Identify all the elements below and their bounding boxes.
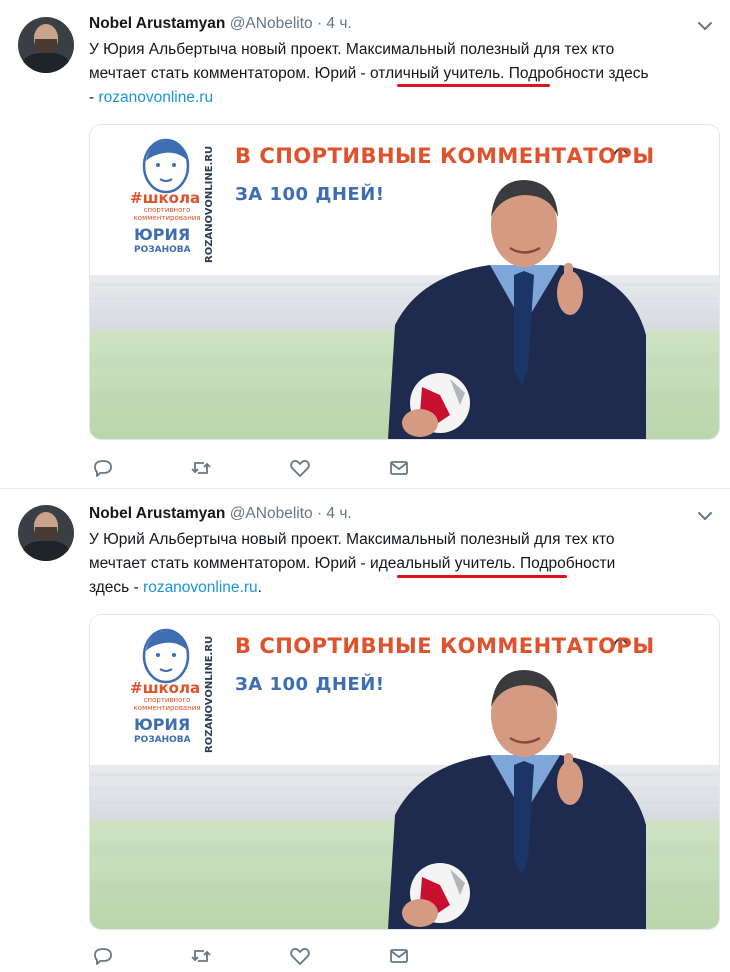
author-handle[interactable]: @ANobelito	[230, 15, 313, 32]
reply-icon[interactable]	[91, 944, 115, 968]
banner-image	[90, 615, 719, 929]
tweet-header: Nobel Arustamyan @ANobelito · 4 ч.	[89, 15, 352, 32]
tweet[interactable]: Nobel Arustamyan @ANobelito · 4 ч. У Юри…	[0, 488, 730, 972]
banner-image	[90, 125, 719, 439]
logo-sub-text: спортивного комментирования	[133, 206, 201, 222]
logo-portrait	[142, 138, 190, 194]
site-link[interactable]: rozanovonline.ru	[98, 89, 213, 106]
banner-subtitle: ЗА 100 ДНЕЙ!	[235, 674, 385, 695]
tweet-actions	[89, 944, 429, 968]
logo-name-text: ЮРИЯ	[134, 225, 191, 244]
link-card[interactable]: #школа спортивного комментирования ЮРИЯ …	[89, 614, 720, 930]
avatar[interactable]	[18, 505, 74, 561]
red-underline	[397, 84, 550, 87]
author-name[interactable]: Nobel Arustamyan	[89, 505, 225, 522]
vertical-site-text: ROZANOVONLINE.RU	[204, 635, 215, 753]
logo-surname-text: РОЗАНОВА	[134, 245, 191, 255]
chevron-down-icon[interactable]	[696, 20, 714, 32]
tweet-time[interactable]: 4 ч.	[326, 505, 351, 522]
tweet-header: Nobel Arustamyan @ANobelito · 4 ч.	[89, 505, 352, 522]
logo-portrait	[142, 628, 190, 684]
highlighted-phrase: отличный учитель	[370, 65, 501, 82]
logo-school-text: #школа	[130, 679, 201, 697]
envelope-icon[interactable]	[387, 944, 411, 968]
banner-title: В СПОРТИВНЫЕ КОММЕНТАТОРЫ	[235, 634, 655, 658]
tweet-text: У Юрия Альбертыча новый проект. Максимал…	[89, 41, 649, 106]
vertical-site-text: ROZANOVONLINE.RU	[204, 145, 215, 263]
logo-surname-text: РОЗАНОВА	[134, 735, 191, 745]
banner-subtitle: ЗА 100 ДНЕЙ!	[235, 184, 385, 205]
logo-sub-text: спортивного комментирования	[133, 696, 201, 712]
tweet[interactable]: Nobel Arustamyan @ANobelito · 4 ч. У Юри…	[0, 0, 730, 488]
reply-icon[interactable]	[91, 456, 115, 480]
logo-school-text: #школа	[130, 189, 201, 207]
heart-icon[interactable]	[288, 944, 312, 968]
chevron-down-icon[interactable]	[696, 510, 714, 522]
tweet-time[interactable]: 4 ч.	[326, 15, 351, 32]
retweet-icon[interactable]	[189, 944, 213, 968]
envelope-icon[interactable]	[387, 456, 411, 480]
avatar[interactable]	[18, 17, 74, 73]
author-handle[interactable]: @ANobelito	[230, 505, 313, 522]
author-name[interactable]: Nobel Arustamyan	[89, 15, 225, 32]
tweet-text: У Юрий Альбертыча новый проект. Максимал…	[89, 531, 616, 596]
link-card[interactable]: #школа спортивного комментирования ЮРИЯ …	[89, 124, 720, 440]
red-underline	[397, 575, 567, 578]
tweet-actions	[89, 456, 429, 480]
heart-icon[interactable]	[288, 456, 312, 480]
banner-title: В СПОРТИВНЫЕ КОММЕНТАТОРЫ	[235, 144, 655, 168]
logo-name-text: ЮРИЯ	[134, 715, 191, 734]
site-link[interactable]: rozanovonline.ru	[143, 579, 258, 596]
retweet-icon[interactable]	[189, 456, 213, 480]
highlighted-phrase: идеальный учитель	[370, 555, 512, 572]
